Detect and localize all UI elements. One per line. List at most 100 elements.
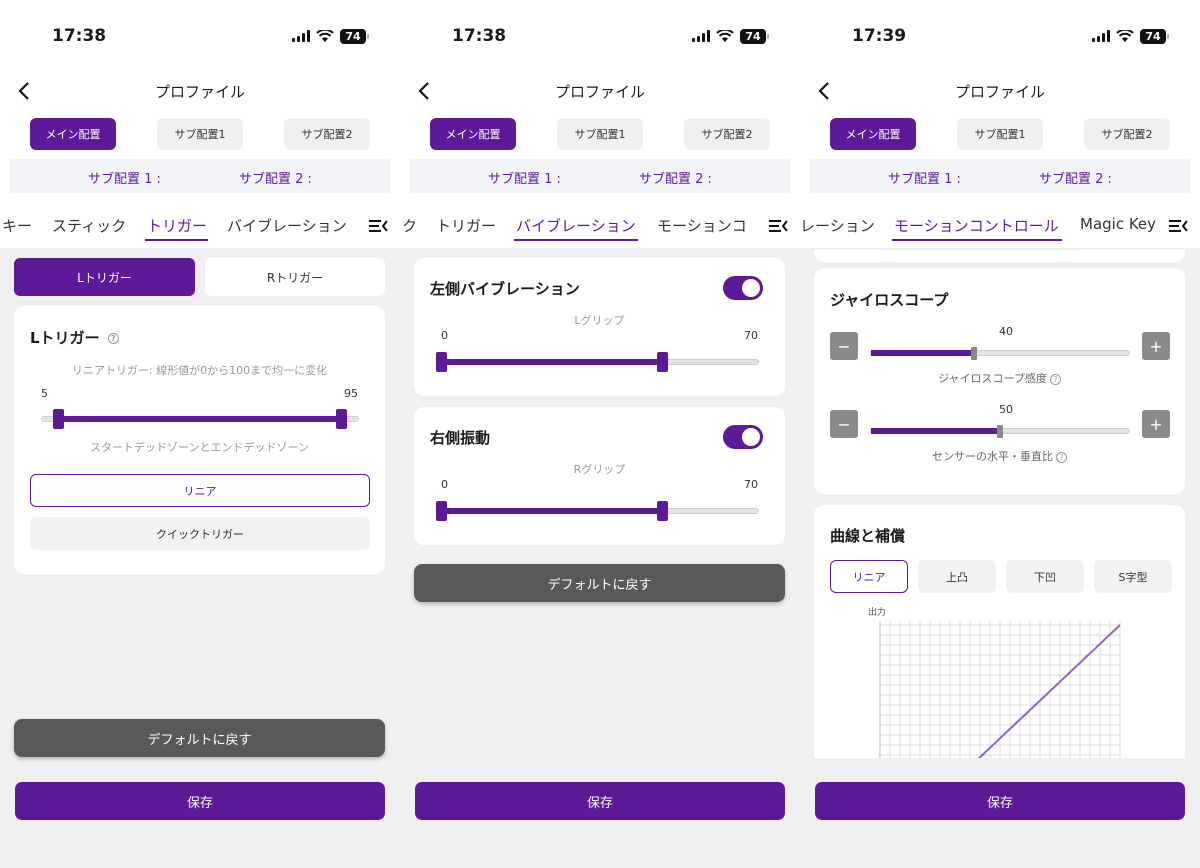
curve-convex-option[interactable]: 上凸 [918,560,996,593]
tab-key[interactable]: キー [2,215,32,236]
curve-graph [879,621,1121,758]
trigger-card-title-text: Lトリガー [30,329,100,347]
signal-icon [692,30,710,42]
quick-trigger-option[interactable]: クイックトリガー [30,517,370,550]
right-vibration-handle[interactable] [657,501,669,521]
left-vibration-handle[interactable] [657,352,669,372]
gyro-sensitivity-fill [871,350,975,356]
ratio-increase-button[interactable]: + [1142,410,1170,438]
sub-layout-2-label: サブ配置 2 : [639,172,712,187]
ratio-decrease-button[interactable]: − [830,410,858,438]
left-grip-caption: Lグリップ [574,314,625,327]
wifi-icon [1116,29,1134,42]
tab-motion-control[interactable]: モーションコ [657,215,757,236]
gyroscope-card: ジャイロスコープ 40 − + ジャイロスコープ感度? 50 − + センサーの… [814,268,1185,494]
gyro-decrease-button[interactable]: − [830,332,858,360]
tab-trigger[interactable]: トリガー [147,215,207,236]
sensor-ratio-caption: センサーの水平・垂直比? [814,448,1185,464]
sensor-ratio-handle[interactable] [997,425,1003,438]
reset-default-button[interactable]: デフォルトに戻す [414,564,785,602]
right-vibration-card: 右側振動 Rグリップ 0 70 [414,407,785,545]
deadzone-end-handle[interactable] [336,409,348,429]
gyro-sensitivity-caption: ジャイロスコープ感度? [814,370,1185,386]
previous-card-edge [814,250,1185,262]
category-tabs: レーション モーションコントロール Magic Key [800,204,1200,248]
save-button[interactable]: 保存 [15,782,385,820]
left-vibration-min: 0 [441,329,448,342]
tab-stick[interactable]: スティック [52,215,126,236]
header-area: 17:39 74 プロファイル メイン配置 サブ配置1 サブ配置2 サブ配置 1… [800,0,1200,248]
graph-y-label: 出力 [868,608,887,618]
sub-layout-2-button[interactable]: サブ配置2 [684,118,770,150]
gyro-sensitivity-caption-text: ジャイロスコープ感度 [938,372,1047,385]
gyro-sensitivity-value: 40 [999,325,1013,338]
curve-concave-option[interactable]: 下凹 [1006,560,1084,593]
left-vibration-card: 左側バイブレーション Lグリップ 0 70 [414,258,785,396]
sub-layout-1-button[interactable]: サブ配置1 [157,118,243,150]
main-layout-button[interactable]: メイン配置 [830,118,916,150]
tab-partial[interactable]: ク [402,215,417,236]
sub-layout-1-button[interactable]: サブ配置1 [957,118,1043,150]
r-trigger-segment[interactable]: Rトリガー [205,258,385,296]
sensor-ratio-fill [871,428,1000,434]
status-time: 17:39 [852,26,907,46]
category-tabs: キー スティック トリガー バイブレーション [0,204,400,248]
right-vibration-value: 70 [744,478,758,491]
header-area: 17:38 74 プロファイル メイン配置 サブ配置1 サブ配置2 サブ配置 1… [0,0,400,248]
sub-layout-2-button[interactable]: サブ配置2 [1084,118,1170,150]
deadzone-slider-fill [57,416,343,422]
tab-menu-icon[interactable] [1168,218,1188,234]
right-vibration-fill [442,508,664,514]
trigger-card-title: Lトリガー ? [30,327,119,348]
left-vibration-title: 左側バイブレーション [430,280,580,298]
curve-title: 曲線と補償 [830,527,906,545]
battery-icon: 74 [740,28,769,44]
help-icon[interactable]: ? [1056,451,1067,463]
l-trigger-segment[interactable]: Lトリガー [14,258,195,296]
main-layout-button[interactable]: メイン配置 [430,118,516,150]
help-icon[interactable]: ? [107,333,119,344]
tab-menu-icon[interactable] [368,218,388,234]
reset-default-button[interactable]: デフォルトに戻す [14,719,385,757]
save-button[interactable]: 保存 [415,782,785,820]
right-vibration-title: 右側振動 [430,429,491,447]
sub-layout-1-label: サブ配置 1 : [488,172,561,187]
right-vibration-min: 0 [441,478,448,491]
curve-s-shape-option[interactable]: S字型 [1094,560,1172,593]
sub-layout-2-label: サブ配置 2 : [1039,172,1112,187]
left-vibration-toggle[interactable] [723,276,763,300]
tab-vibration[interactable]: バイブレーション [227,215,347,236]
right-grip-caption: Rグリップ [573,463,626,476]
tab-motion-control[interactable]: モーションコントロール [894,215,1059,236]
sensor-ratio-caption-text: センサーの水平・垂直比 [932,450,1053,463]
save-button[interactable]: 保存 [815,782,1185,820]
status-icons: 74 [292,28,369,44]
right-vibration-toggle[interactable] [723,425,763,449]
status-time: 17:38 [52,26,107,46]
tab-vibration-partial[interactable]: レーション [800,215,875,236]
main-layout-button[interactable]: メイン配置 [30,118,116,150]
header-area: 17:38 74 プロファイル メイン配置 サブ配置1 サブ配置2 サブ配置 1… [400,0,800,248]
tab-trigger[interactable]: トリガー [436,215,496,236]
page-title: プロファイル [554,83,645,101]
active-tab-indicator [145,239,208,241]
curve-linear-option[interactable]: リニア [830,560,908,593]
battery-icon: 74 [340,28,369,44]
gyro-sensitivity-handle[interactable] [971,347,978,360]
deadzone-start-handle[interactable] [52,409,64,429]
sub-layout-1-button[interactable]: サブ配置1 [557,118,643,150]
sub-layout-1-label: サブ配置 1 : [88,172,161,187]
left-vibration-fill [442,359,664,365]
tab-vibration[interactable]: バイブレーション [516,215,636,236]
linear-option[interactable]: リニア [30,474,370,507]
wifi-icon [316,29,334,42]
sensor-ratio-value: 50 [999,403,1013,416]
page-title: プロファイル [154,83,245,101]
tab-magic-key[interactable]: Magic Key [1080,215,1157,233]
tab-menu-icon[interactable] [768,218,788,234]
help-icon[interactable]: ? [1049,373,1061,385]
gyro-increase-button[interactable]: + [1142,332,1170,360]
sub-layout-2-button[interactable]: サブ配置2 [284,118,370,150]
deadzone-end-value: 95 [344,387,358,400]
curve-card: 曲線と補償 リニア 上凸 下凹 S字型 出力 [814,505,1185,758]
